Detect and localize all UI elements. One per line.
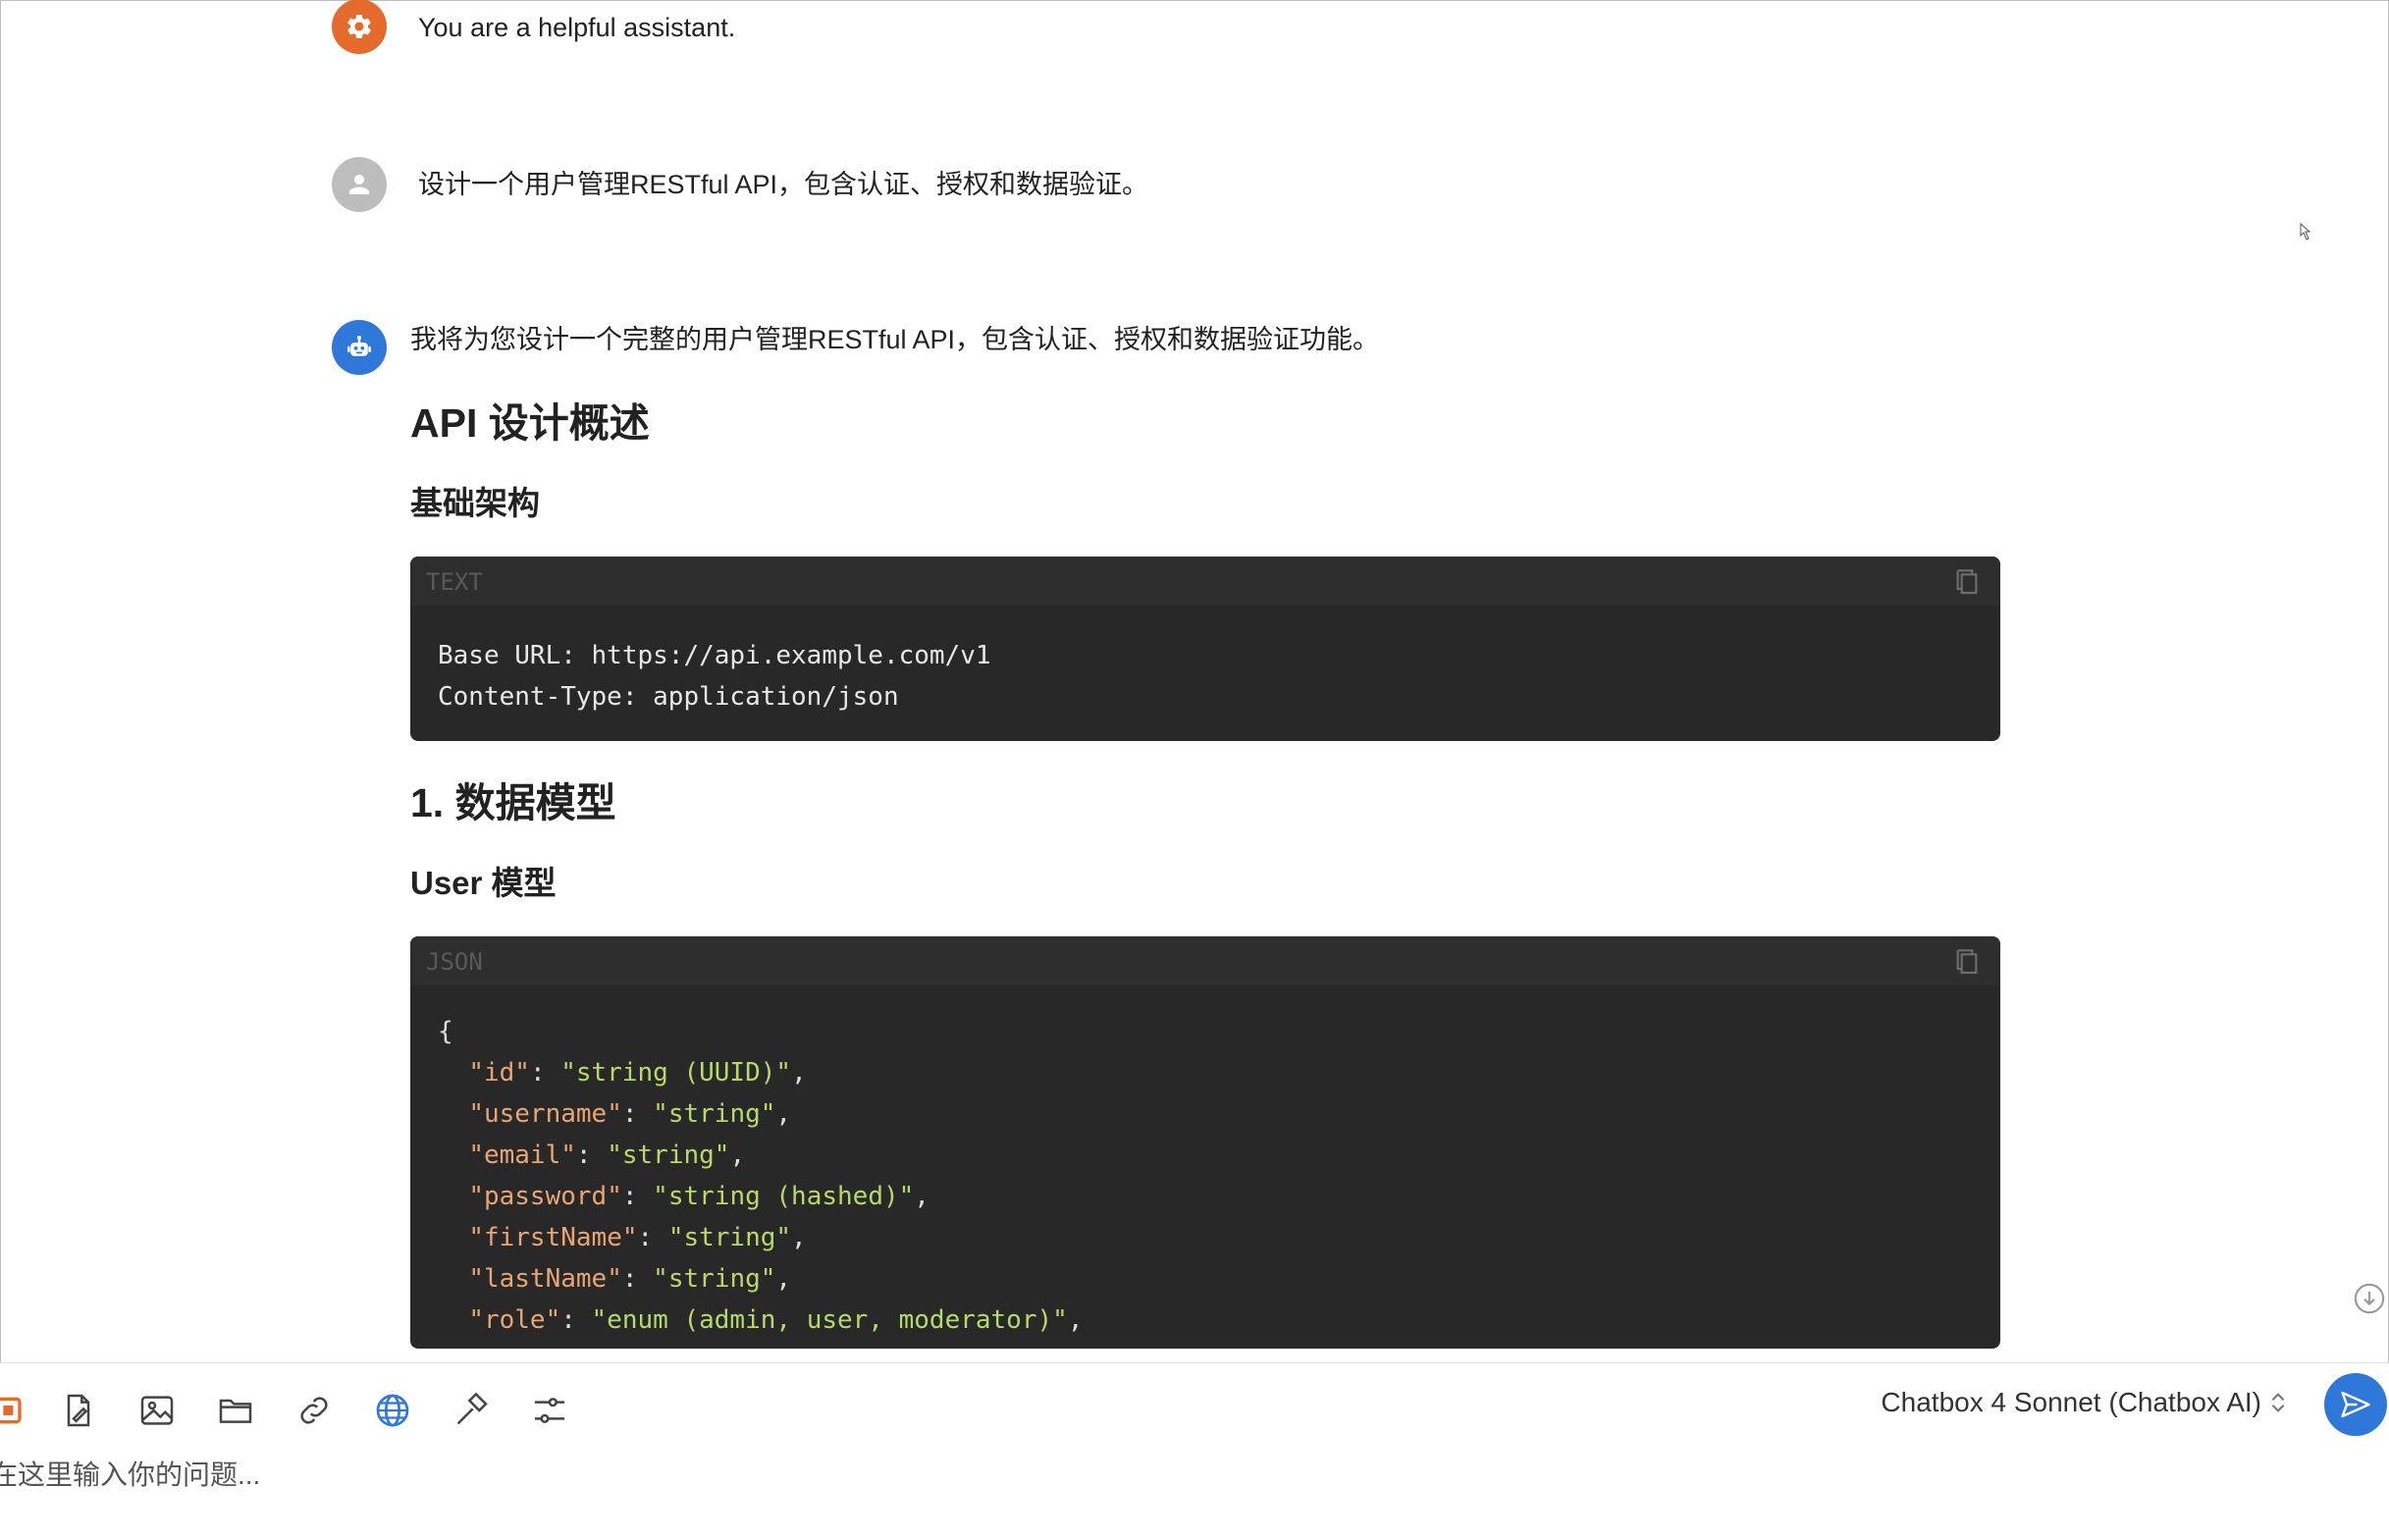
json-line: "email": "string",: [468, 1141, 746, 1170]
scroll-to-bottom-icon[interactable]: [2353, 1282, 2386, 1315]
chevron-up-down-icon: [2271, 1393, 2285, 1412]
image-button[interactable]: [135, 1389, 179, 1432]
json-key: "username": [468, 1099, 622, 1129]
json-line: "username": "string",: [468, 1099, 792, 1129]
settings-button[interactable]: [528, 1389, 571, 1432]
system-message-text: You are a helpful assistant.: [418, 13, 736, 42]
model-selector[interactable]: Chatbox 4 Sonnet (Chatbox AI): [1881, 1387, 2287, 1418]
user-avatar: [332, 157, 387, 212]
assistant-lead-text: 我将为您设计一个完整的用户管理RESTful API，包含认证、授权和数据验证功…: [410, 325, 1380, 354]
json-value: "string (hashed)": [653, 1182, 915, 1211]
json-line: "password": "string (hashed)",: [468, 1182, 929, 1211]
heading-data-model: 1. 数据模型: [410, 780, 616, 825]
attachment-button[interactable]: [0, 1389, 31, 1432]
user-message: 设计一个用户管理RESTful API，包含认证、授权和数据验证。: [332, 157, 1148, 212]
code-block-body: { "id": "string (UUID)", "username": "st…: [410, 985, 2000, 1349]
json-line: "firstName": "string",: [468, 1223, 807, 1252]
json-key: "id": [468, 1058, 530, 1088]
web-search-button[interactable]: [371, 1389, 414, 1432]
assistant-avatar: [332, 320, 387, 375]
code-block-body: Base URL: https://api.example.com/v1 Cont…: [410, 606, 2000, 741]
system-message: You are a helpful assistant.: [332, 0, 735, 54]
robot-icon: [347, 336, 371, 356]
user-message-text: 设计一个用户管理RESTful API，包含认证、授权和数据验证。: [418, 170, 1149, 199]
file-button[interactable]: [57, 1389, 100, 1432]
json-value: "string (UUID)": [560, 1058, 792, 1088]
json-value: "string": [607, 1141, 730, 1170]
file-icon: [67, 1394, 90, 1427]
code-block-json: JSON { "id": "string (UUID)", "username"…: [410, 936, 2000, 1349]
image-icon: [140, 1396, 174, 1425]
code-lang-label: TEXT: [426, 568, 483, 596]
json-value: "string": [667, 1223, 792, 1252]
code-block-header: JSON: [410, 936, 2000, 985]
chat-input-area: Chatbox 4 Sonnet (Chatbox AI) 在这里输入你的问题.…: [0, 1362, 2389, 1540]
copy-icon[interactable]: [1951, 564, 1983, 598]
json-key: "lastName": [468, 1264, 622, 1294]
send-button[interactable]: [2324, 1373, 2387, 1436]
link-icon: [300, 1397, 328, 1424]
hammer-icon: [456, 1392, 488, 1425]
link-button[interactable]: [292, 1389, 336, 1432]
send-icon: [2341, 1391, 2370, 1418]
assistant-message: 我将为您设计一个完整的用户管理RESTful API，包含认证、授权和数据验证功…: [332, 320, 2000, 1349]
json-value: "string": [653, 1099, 776, 1129]
json-key: "password": [468, 1182, 622, 1211]
chat-input[interactable]: 在这里输入你的问题...: [0, 1454, 260, 1493]
model-selector-label: Chatbox 4 Sonnet (Chatbox AI): [1881, 1387, 2261, 1417]
person-icon: [349, 175, 369, 194]
subheading-base-architecture: 基础架构: [410, 485, 540, 521]
json-line: "role": "enum (admin, user, moderator)",: [468, 1305, 1084, 1335]
settings-sliders-icon: [535, 1398, 564, 1423]
json-value: "enum (admin, user, moderator)": [591, 1305, 1068, 1335]
json-open-brace: {: [438, 1017, 453, 1046]
copy-icon[interactable]: [1951, 944, 1983, 978]
code-block-header: TEXT: [410, 557, 2000, 606]
gear-icon: [347, 14, 371, 38]
folder-icon: [219, 1399, 252, 1423]
heading-api-overview: API 设计概述: [410, 400, 650, 446]
subheading-user-model: User 模型: [410, 865, 557, 901]
json-key: "role": [468, 1305, 561, 1335]
json-key: "email": [468, 1141, 576, 1170]
json-line: "id": "string (UUID)",: [468, 1058, 807, 1088]
globe-icon: [376, 1394, 409, 1427]
system-avatar: [332, 0, 387, 54]
tools-button[interactable]: [450, 1389, 493, 1432]
folder-button[interactable]: [214, 1389, 257, 1432]
code-line: Base URL: https://api.example.com/v1: [438, 641, 991, 670]
json-line: "lastName": "string",: [468, 1264, 792, 1294]
json-value: "string": [653, 1264, 776, 1294]
json-key: "firstName": [468, 1223, 638, 1252]
attachment-icon: [0, 1397, 22, 1424]
mouse-cursor-icon: [2300, 222, 2311, 240]
code-lang-label: JSON: [426, 948, 483, 976]
code-line: Content-Type: application/json: [438, 682, 899, 712]
code-block-text: TEXT Base URL: https://api.example.com/v…: [410, 557, 2000, 741]
